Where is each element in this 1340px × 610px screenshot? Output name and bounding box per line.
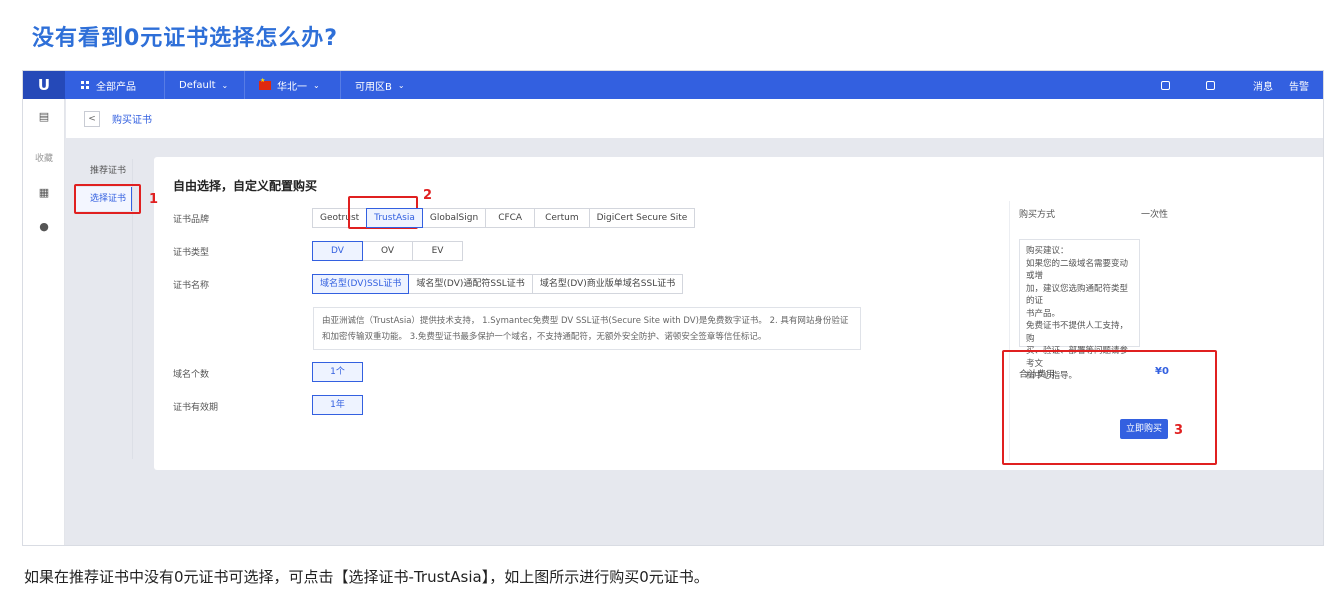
- alerts-link[interactable]: 告警: [1289, 78, 1309, 93]
- annotation-box-1: [74, 184, 141, 214]
- type-options: DV OV EV: [312, 241, 463, 261]
- server-list-icon[interactable]: ▦: [38, 187, 50, 199]
- chevron-down-icon: ⌄: [221, 80, 229, 90]
- search-icon[interactable]: [1161, 80, 1170, 90]
- validity-options: 1年: [312, 395, 363, 415]
- type-label: 证书类型: [173, 248, 210, 258]
- brand-option-certum[interactable]: Certum: [534, 208, 590, 228]
- back-button[interactable]: <: [84, 110, 100, 127]
- type-option-ov[interactable]: OV: [362, 241, 413, 261]
- document-caption: 如果在推荐证书中没有0元证书可选择，可点击【选择证书-TrustAsia】，如上…: [24, 568, 709, 586]
- china-flag-icon: [259, 77, 271, 90]
- subnav-item-recommended[interactable]: 推荐证书: [76, 159, 133, 183]
- advice-line: 购买建议：: [1026, 246, 1069, 256]
- brand-option-cfca[interactable]: CFCA: [485, 208, 536, 228]
- annotation-number-3: 3: [1174, 423, 1184, 438]
- region-label: 华北一: [277, 81, 307, 93]
- purchase-method-value: 一次性: [1141, 210, 1169, 220]
- type-option-ev[interactable]: EV: [412, 241, 463, 261]
- brand-option-digicert[interactable]: DigiCert Secure Site: [588, 208, 696, 228]
- project-label: Default: [179, 79, 216, 91]
- name-option-dv-ssl[interactable]: 域名型(DV)SSL证书: [312, 274, 410, 294]
- terminal-icon[interactable]: [1206, 80, 1215, 90]
- domain-count-label: 域名个数: [173, 370, 210, 380]
- zone-label: 可用区B: [355, 81, 392, 93]
- document-title: 没有看到0元证书选择怎么办?: [32, 26, 339, 51]
- advice-line: 免费证书不提供人工支持，购: [1026, 321, 1129, 344]
- messages-link[interactable]: 消息: [1253, 78, 1273, 93]
- brand-logo[interactable]: U: [23, 71, 65, 99]
- advice-line: 加，建议您选购通配符类型的证: [1026, 283, 1129, 307]
- region-selector[interactable]: 华北一 ⌄: [245, 71, 341, 99]
- certificate-description: 由亚洲诚信（TrustAsia）提供技术支持， 1.Symantec免费型 DV…: [313, 307, 861, 350]
- validity-option[interactable]: 1年: [312, 395, 363, 415]
- all-products-menu[interactable]: 全部产品: [65, 71, 165, 99]
- breadcrumb-title[interactable]: 购买证书: [112, 111, 152, 126]
- card-title: 自由选择，自定义配置购买: [173, 179, 318, 193]
- name-option-dv-wildcard[interactable]: 域名型(DV)通配符SSL证书: [408, 274, 533, 294]
- brand-label: 证书品牌: [173, 215, 210, 225]
- brand-option-trustasia[interactable]: TrustAsia: [366, 208, 423, 228]
- brand-option-globalsign[interactable]: GlobalSign: [421, 208, 487, 228]
- annotation-box-3: [1002, 350, 1217, 465]
- purchase-method-label: 购买方式: [1019, 210, 1056, 220]
- breadcrumb: < 购买证书: [66, 99, 1323, 139]
- domain-count-option[interactable]: 1个: [312, 362, 363, 382]
- advice-line: 书产品。: [1026, 308, 1061, 319]
- annotation-number-2: 2: [423, 188, 433, 203]
- left-icon-rail: ▤ 收藏 ▦ ●: [23, 99, 65, 545]
- zone-selector[interactable]: 可用区B ⌄: [341, 71, 419, 99]
- domain-count-options: 1个: [312, 362, 363, 382]
- annotation-number-1: 1: [149, 192, 159, 207]
- validity-label: 证书有效期: [173, 403, 219, 413]
- project-selector[interactable]: Default ⌄: [165, 71, 245, 99]
- brand-options: Geotrust TrustAsia GlobalSign CFCA Certu…: [312, 208, 696, 228]
- description-line: 和加密传输双重功能。 3.免费型证书最多保护一个域名，不支持通配符，无额外安全防…: [322, 332, 767, 342]
- purchase-advice: 购买建议： 如果您的二级域名需要变动或增 加，建议您选购通配符类型的证 书产品。…: [1019, 239, 1140, 381]
- monitor-icon[interactable]: ▤: [38, 111, 50, 123]
- name-label: 证书名称: [173, 281, 210, 291]
- grid-icon: [81, 81, 89, 89]
- cloud-icon[interactable]: ●: [38, 221, 50, 233]
- chevron-down-icon: ⌄: [397, 80, 405, 90]
- name-options: 域名型(DV)SSL证书 域名型(DV)通配符SSL证书 域名型(DV)商业版单…: [312, 274, 684, 294]
- description-line: 由亚洲诚信（TrustAsia）提供技术支持， 1.Symantec免费型 DV…: [322, 316, 849, 326]
- name-option-dv-business[interactable]: 域名型(DV)商业版单域名SSL证书: [531, 274, 684, 294]
- type-option-dv[interactable]: DV: [312, 241, 363, 261]
- chevron-down-icon: ⌄: [313, 80, 320, 90]
- advice-line: 如果您的二级域名需要变动或增: [1026, 258, 1129, 282]
- top-nav-bar: U 全部产品 Default ⌄ 华北一 ⌄ 可用区B ⌄ 消息 告警: [23, 71, 1323, 99]
- favorites-label: 收藏: [34, 154, 53, 164]
- all-products-label: 全部产品: [96, 81, 136, 93]
- console-screenshot: U 全部产品 Default ⌄ 华北一 ⌄ 可用区B ⌄ 消息 告警 ▤ 收藏…: [22, 70, 1324, 546]
